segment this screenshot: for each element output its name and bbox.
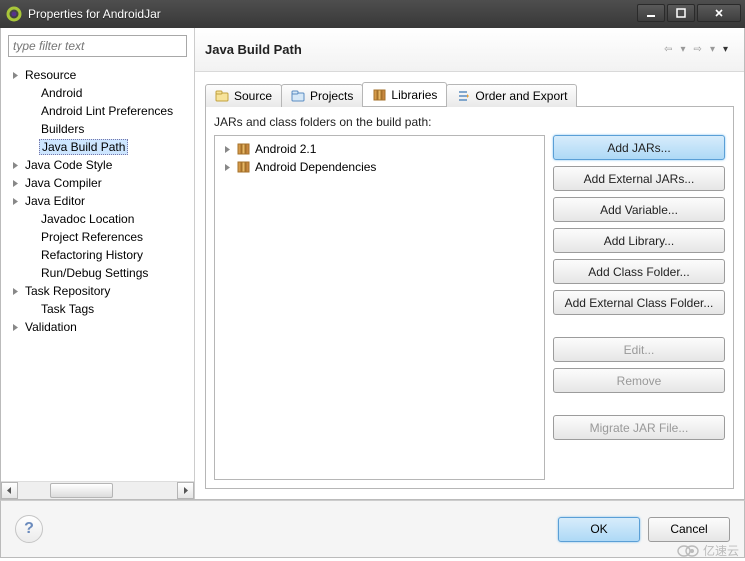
tree-item-label: Task Repository [23, 283, 112, 299]
jar-entry[interactable]: Android 2.1 [217, 140, 542, 158]
tree-item-label: Task Tags [39, 301, 96, 317]
tree-item-task-repository[interactable]: Task Repository [1, 282, 194, 300]
tree-item-label: Java Compiler [23, 175, 104, 191]
eclipse-icon [6, 6, 22, 22]
add-external-jars-button[interactable]: Add External JARs... [553, 166, 725, 191]
tree-item-label: Builders [39, 121, 86, 137]
tree-item-java-build-path[interactable]: Java Build Path [1, 138, 194, 156]
jar-entry-label: Android Dependencies [255, 160, 376, 174]
sidebar: Resource Android Android Lint Preferences B… [1, 28, 195, 499]
edit-button: Edit... [553, 337, 725, 362]
build-path-tabs: Source Projects Libraries Order and Export [205, 82, 734, 106]
expand-icon[interactable] [221, 143, 233, 155]
tab-label: Libraries [391, 88, 437, 102]
tree-item-label: Validation [23, 319, 79, 335]
tree-item-builders[interactable]: Builders [1, 120, 194, 138]
tree-item-label: Android Lint Preferences [39, 103, 175, 119]
tree-item-run-debug-settings[interactable]: Run/Debug Settings [1, 264, 194, 282]
migrate-jar-file-button: Migrate JAR File... [553, 415, 725, 440]
tab-libraries[interactable]: Libraries [362, 82, 447, 106]
tab-label: Projects [310, 89, 353, 103]
tree-item-label: Android [39, 85, 84, 101]
expand-icon[interactable] [9, 195, 21, 207]
page-header: Java Build Path ⇦ ▾ ⇨ ▾ ▾ [195, 28, 744, 72]
nav-back-menu-icon[interactable]: ▾ [679, 44, 688, 55]
tree-item-label: Java Build Path [39, 139, 128, 155]
tab-projects[interactable]: Projects [281, 84, 363, 107]
add-external-class-folder-button[interactable]: Add External Class Folder... [553, 290, 725, 315]
nav-forward-icon[interactable]: ⇨ [692, 44, 704, 55]
expand-icon[interactable] [9, 177, 21, 189]
minimize-button[interactable] [637, 4, 665, 22]
tab-source[interactable]: Source [205, 84, 282, 107]
dialog-footer: ? OK Cancel [0, 500, 745, 558]
titlebar: Properties for AndroidJar [0, 0, 745, 28]
add-library-button[interactable]: Add Library... [553, 228, 725, 253]
expand-icon[interactable] [221, 161, 233, 173]
maximize-button[interactable] [667, 4, 695, 22]
expand-icon[interactable] [9, 159, 21, 171]
page-title: Java Build Path [205, 42, 662, 57]
tree-item-label: Project References [39, 229, 145, 245]
tree-item-label: Run/Debug Settings [39, 265, 150, 281]
tab-order-and-export[interactable]: Order and Export [446, 84, 577, 107]
tree-item-java-compiler[interactable]: Java Compiler [1, 174, 194, 192]
tree-item-refactoring-history[interactable]: Refactoring History [1, 246, 194, 264]
window-title: Properties for AndroidJar [28, 7, 637, 21]
scroll-left-button[interactable] [1, 482, 18, 499]
tree-item-resource[interactable]: Resource [1, 66, 194, 84]
nav-forward-menu-icon[interactable]: ▾ [708, 44, 717, 55]
tab-label: Order and Export [475, 89, 567, 103]
tree-item-validation[interactable]: Validation [1, 318, 194, 336]
tree-item-android[interactable]: Android [1, 84, 194, 102]
tree-item-java-editor[interactable]: Java Editor [1, 192, 194, 210]
nav-back-icon[interactable]: ⇦ [662, 44, 674, 55]
preferences-tree[interactable]: Resource Android Android Lint Preferences B… [1, 64, 194, 481]
scroll-thumb[interactable] [50, 483, 114, 498]
tab-icon [215, 89, 229, 103]
jar-list[interactable]: Android 2.1 Android Dependencies [214, 135, 545, 480]
expand-icon[interactable] [9, 321, 21, 333]
tree-item-label: Java Code Style [23, 157, 114, 173]
cancel-button[interactable]: Cancel [648, 517, 730, 542]
add-class-folder-button[interactable]: Add Class Folder... [553, 259, 725, 284]
add-jars-button[interactable]: Add JARs... [553, 135, 725, 160]
library-icon [235, 142, 251, 156]
filter-input[interactable] [8, 35, 187, 57]
tree-item-label: Java Editor [23, 193, 87, 209]
scroll-right-button[interactable] [177, 482, 194, 499]
tab-icon [372, 88, 386, 102]
expand-icon[interactable] [9, 69, 21, 81]
jar-entry-label: Android 2.1 [255, 142, 316, 156]
ok-button[interactable]: OK [558, 517, 640, 542]
tree-item-javadoc-location[interactable]: Javadoc Location [1, 210, 194, 228]
tree-item-task-tags[interactable]: Task Tags [1, 300, 194, 318]
tree-item-android-lint-preferences[interactable]: Android Lint Preferences [1, 102, 194, 120]
view-menu-icon[interactable]: ▾ [721, 44, 730, 55]
tab-icon [456, 89, 470, 103]
tree-item-java-code-style[interactable]: Java Code Style [1, 156, 194, 174]
expand-icon[interactable] [9, 285, 21, 297]
tab-label: Source [234, 89, 272, 103]
tab-icon [291, 89, 305, 103]
close-button[interactable] [697, 4, 741, 22]
help-button[interactable]: ? [15, 515, 43, 543]
library-icon [235, 160, 251, 174]
jar-entry[interactable]: Android Dependencies [217, 158, 542, 176]
library-buttons: Add JARs... Add External JARs... Add Varia… [553, 135, 725, 480]
jars-caption: JARs and class folders on the build path… [214, 115, 725, 129]
add-variable-button[interactable]: Add Variable... [553, 197, 725, 222]
tree-item-label: Refactoring History [39, 247, 145, 263]
sidebar-scrollbar[interactable] [1, 481, 194, 499]
tree-item-label: Resource [23, 67, 78, 83]
tree-item-project-references[interactable]: Project References [1, 228, 194, 246]
tree-item-label: Javadoc Location [39, 211, 136, 227]
remove-button: Remove [553, 368, 725, 393]
